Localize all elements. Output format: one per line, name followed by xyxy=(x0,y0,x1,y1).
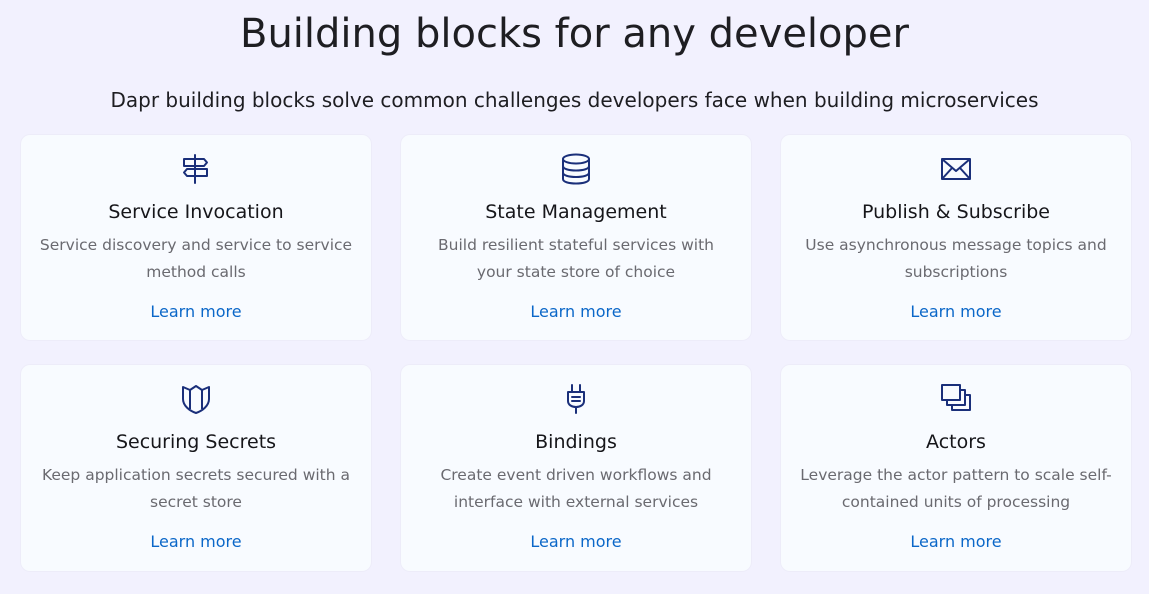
card-description: Keep application secrets secured with a … xyxy=(41,466,351,511)
card-title: Securing Secrets xyxy=(115,431,277,453)
building-blocks-grid: Service Invocation Service discovery and… xyxy=(21,135,1131,571)
card-securing-secrets: Securing Secrets Keep application secret… xyxy=(21,365,371,571)
shield-icon xyxy=(179,382,213,416)
card-description: Service discovery and service to service… xyxy=(39,236,353,281)
card-description: Leverage the actor pattern to scale self… xyxy=(800,466,1112,511)
learn-more-link[interactable]: Learn more xyxy=(21,530,371,554)
card-state-management: State Management Build resilient statefu… xyxy=(401,135,751,340)
card-title: Service Invocation xyxy=(108,201,284,223)
card-description: Build resilient stateful services with y… xyxy=(438,236,714,281)
card-description: Use asynchronous message topics and subs… xyxy=(805,236,1107,281)
card-description: Create event driven workflows and interf… xyxy=(440,466,712,511)
envelope-icon xyxy=(939,152,973,186)
learn-more-link[interactable]: Learn more xyxy=(401,530,751,554)
database-icon xyxy=(559,152,593,186)
learn-more-link[interactable]: Learn more xyxy=(401,300,751,324)
section-title: Building blocks for any developer xyxy=(240,11,909,57)
card-title: Actors xyxy=(926,431,986,453)
card-bindings: Bindings Create event driven workflows a… xyxy=(401,365,751,571)
card-actors: Actors Leverage the actor pattern to sca… xyxy=(781,365,1131,571)
card-publish-subscribe: Publish & Subscribe Use asynchronous mes… xyxy=(781,135,1131,340)
learn-more-link[interactable]: Learn more xyxy=(781,300,1131,324)
card-service-invocation: Service Invocation Service discovery and… xyxy=(21,135,371,340)
learn-more-link[interactable]: Learn more xyxy=(21,300,371,324)
card-title: Bindings xyxy=(535,431,617,453)
section-subtitle: Dapr building blocks solve common challe… xyxy=(110,88,1039,112)
plug-icon xyxy=(559,382,593,416)
card-title: Publish & Subscribe xyxy=(862,201,1050,223)
layers-icon xyxy=(939,382,973,416)
learn-more-link[interactable]: Learn more xyxy=(781,530,1131,554)
signpost-icon xyxy=(179,152,213,186)
card-title: State Management xyxy=(485,201,667,223)
